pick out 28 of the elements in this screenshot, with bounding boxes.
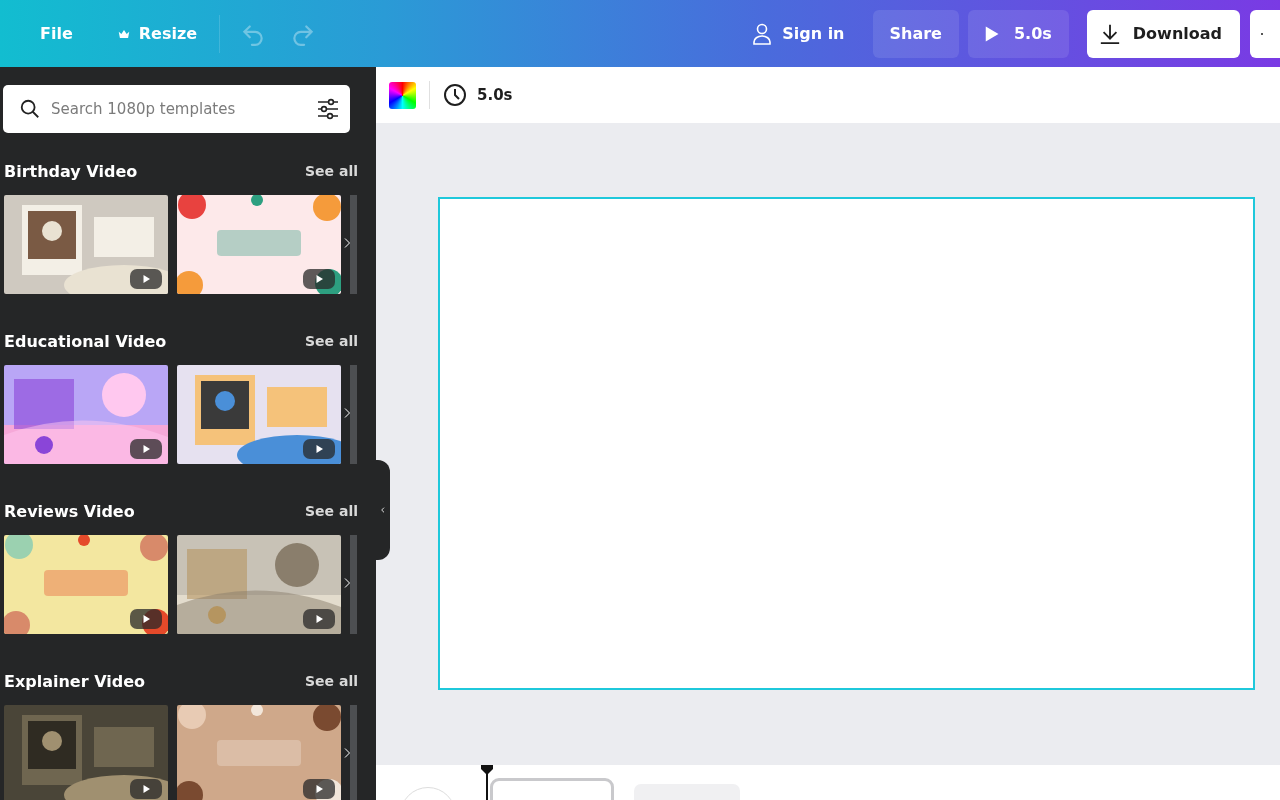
- clock-icon: [443, 83, 467, 107]
- filter-button[interactable]: [316, 97, 340, 121]
- see-all-link[interactable]: See all: [305, 163, 358, 179]
- search-field[interactable]: Search 1080p templates: [3, 85, 350, 133]
- duration-button[interactable]: 5.0s: [443, 83, 513, 107]
- download-icon: [1098, 22, 1121, 45]
- chevron-left-icon: [379, 505, 387, 515]
- play-button[interactable]: 5.0s: [967, 9, 1069, 58]
- share-button[interactable]: Share: [872, 9, 959, 58]
- collapse-handle[interactable]: [376, 460, 390, 560]
- template-thumbnail[interactable]: [350, 365, 357, 464]
- playhead-marker[interactable]: [480, 765, 494, 800]
- see-all-link[interactable]: See all: [305, 333, 358, 349]
- search-icon: [19, 98, 41, 120]
- template-thumbnail[interactable]: [350, 535, 357, 634]
- section-title: Educational Video: [4, 331, 167, 351]
- sign-in-button[interactable]: Sign in: [736, 9, 859, 58]
- section-title: Birthday Video: [4, 161, 138, 181]
- color-picker-button[interactable]: [389, 81, 416, 109]
- see-all-link[interactable]: See all: [305, 673, 358, 689]
- download-button[interactable]: Download: [1086, 9, 1240, 58]
- sliders-icon: [316, 97, 340, 121]
- see-all-link[interactable]: See all: [305, 503, 358, 519]
- section-title: Reviews Video: [4, 501, 135, 521]
- template-thumbnail[interactable]: [350, 195, 357, 294]
- more-button[interactable]: [1250, 9, 1280, 58]
- design-canvas[interactable]: [438, 197, 1255, 690]
- section-title: Explainer Video: [4, 671, 146, 691]
